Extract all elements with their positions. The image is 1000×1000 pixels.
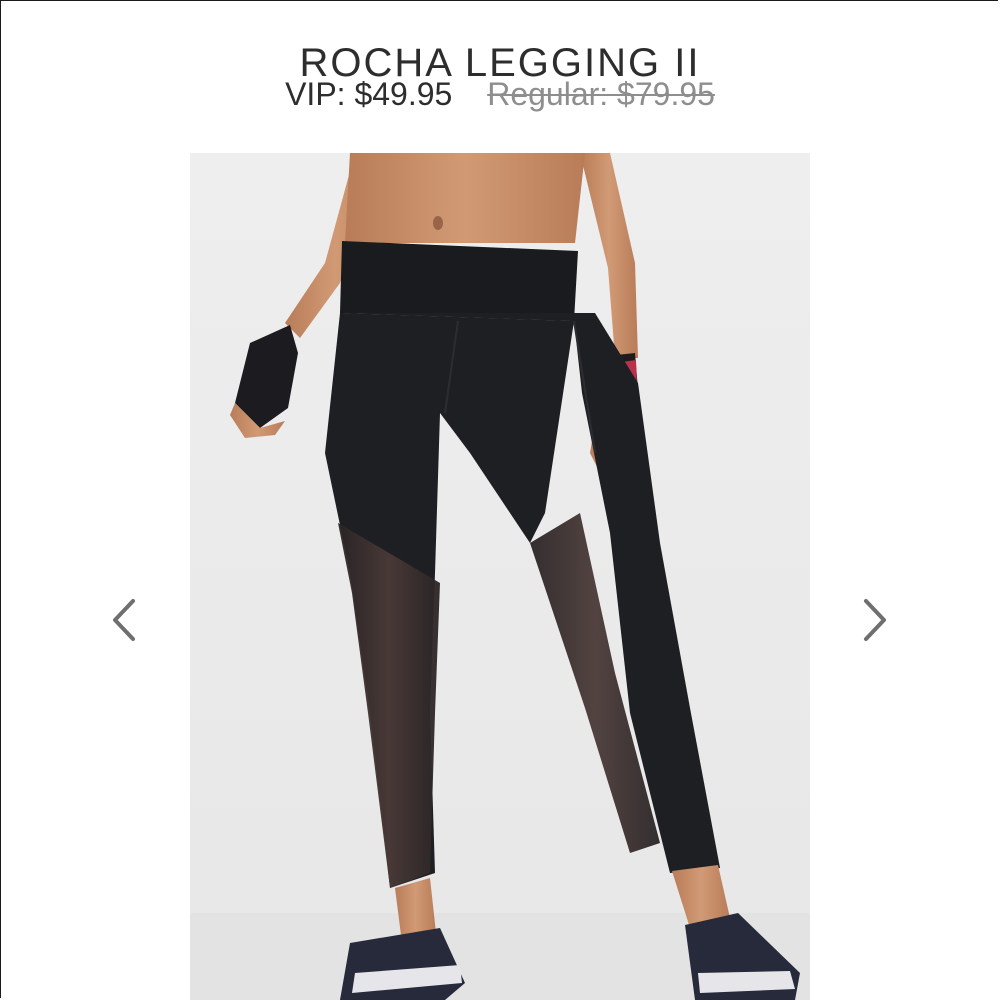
regular-price: Regular: $79.95: [487, 76, 715, 112]
price-row: VIP: $49.95 Regular: $79.95: [0, 76, 1000, 113]
carousel-prev-button[interactable]: [104, 592, 144, 648]
product-image[interactable]: [190, 153, 810, 1000]
vip-price: VIP: $49.95: [285, 76, 453, 112]
product-photo: [190, 153, 810, 1000]
chevron-right-icon: [864, 599, 886, 641]
carousel-next-button[interactable]: [855, 592, 895, 648]
chevron-left-icon: [113, 599, 135, 641]
